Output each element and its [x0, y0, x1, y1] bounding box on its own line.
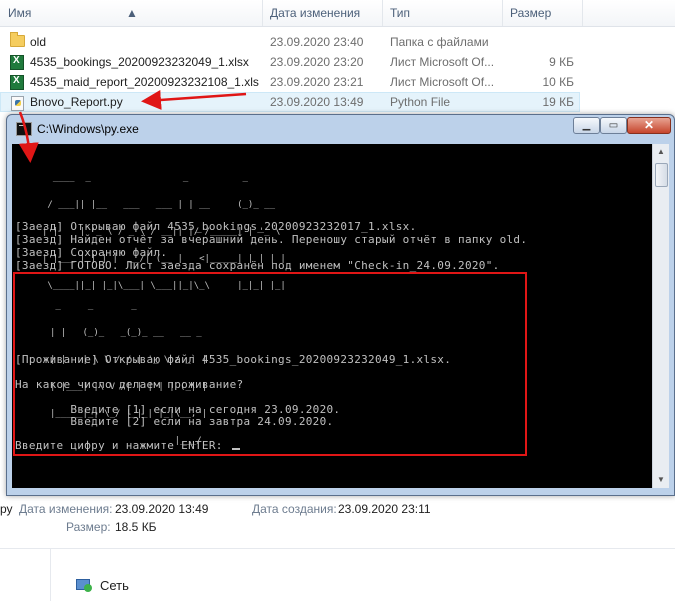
scroll-up-icon[interactable]: ▲ [653, 144, 669, 160]
column-header: Имя ▲ Дата изменения Тип Размер [0, 0, 675, 27]
nav-divider [50, 549, 51, 601]
file-date: 23.09.2020 23:21 [270, 75, 364, 89]
close-button[interactable]: ✕ [627, 117, 671, 134]
scroll-thumb[interactable] [655, 163, 668, 187]
column-divider[interactable] [502, 0, 503, 26]
file-row-bnovo-report[interactable]: Bnovo_Report.py 23.09.2020 13:49 Python … [0, 92, 580, 112]
network-icon [76, 579, 94, 593]
size-label: Размер: [66, 520, 111, 534]
modified-value: 23.09.2020 13:49 [115, 502, 209, 516]
console-line: [Заезд] ГОТОВО. Лист заезда сохранён под… [15, 259, 500, 272]
file-name: old [30, 35, 47, 49]
file-row-bookings[interactable]: 4535_bookings_20200923232049_1.xlsx 23.0… [0, 52, 580, 72]
column-date[interactable]: Дата изменения [270, 6, 360, 20]
nav-item-label: Сеть [100, 578, 129, 593]
sort-up-icon: ▲ [126, 6, 138, 20]
console-app-icon [16, 122, 32, 136]
file-type-fragment: ру [0, 502, 13, 516]
column-divider[interactable] [582, 0, 583, 26]
column-size[interactable]: Размер [510, 6, 551, 20]
file-size: 9 КБ [549, 55, 574, 69]
python-file-icon [11, 96, 24, 111]
console-line: [Заезд] Открываю файл 4535_bookings_2020… [15, 220, 417, 233]
file-type: Лист Microsoft Of... [390, 55, 495, 69]
file-name: Bnovo_Report.py [30, 95, 123, 109]
excel-icon [10, 75, 24, 90]
maximize-button[interactable]: ▭ [600, 117, 627, 134]
column-name[interactable]: Имя [8, 6, 31, 20]
file-row-old[interactable]: old 23.09.2020 23:40 Папка с файлами [0, 32, 580, 52]
minimize-button[interactable]: ▁ [573, 117, 600, 134]
file-size: 19 КБ [542, 95, 574, 109]
details-pane: ру Дата изменения: 23.09.2020 13:49 Дата… [0, 495, 675, 545]
file-name: 4535_bookings_20200923232049_1.xlsx [30, 55, 249, 69]
console-line: [Заезд] Сохраняю файл. [15, 246, 168, 259]
file-type: Папка с файлами [390, 35, 489, 49]
file-date: 23.09.2020 23:20 [270, 55, 364, 69]
folder-icon [10, 32, 25, 47]
size-value: 18.5 КБ [115, 520, 157, 534]
modified-label: Дата изменения: [19, 502, 113, 516]
file-size: 10 КБ [542, 75, 574, 89]
file-name: 4535_maid_report_20200923232108_1.xls [30, 75, 259, 89]
file-row-maid-report[interactable]: 4535_maid_report_20200923232108_1.xls 23… [0, 72, 580, 92]
column-divider[interactable] [262, 0, 263, 26]
file-date: 23.09.2020 13:49 [270, 95, 364, 109]
scroll-down-icon[interactable]: ▼ [653, 472, 669, 488]
console-line: [Заезд] Найден отчёт за вчерашний день. … [15, 233, 528, 246]
file-type: Лист Microsoft Of... [390, 75, 495, 89]
navigation-pane: Сеть [0, 548, 675, 601]
console-scrollbar[interactable]: ▲ ▼ [652, 144, 669, 488]
excel-icon [10, 55, 24, 70]
console-title: C:\Windows\py.exe [37, 122, 139, 136]
console-titlebar[interactable]: C:\Windows\py.exe ▁ ▭ ✕ [7, 115, 674, 143]
file-type: Python File [390, 95, 451, 109]
created-label: Дата создания: [252, 502, 337, 516]
created-value: 23.09.2020 23:11 [338, 502, 431, 516]
column-divider[interactable] [382, 0, 383, 26]
column-type[interactable]: Тип [390, 6, 410, 20]
annotation-highlight-box [13, 272, 527, 456]
file-date: 23.09.2020 23:40 [270, 35, 364, 49]
